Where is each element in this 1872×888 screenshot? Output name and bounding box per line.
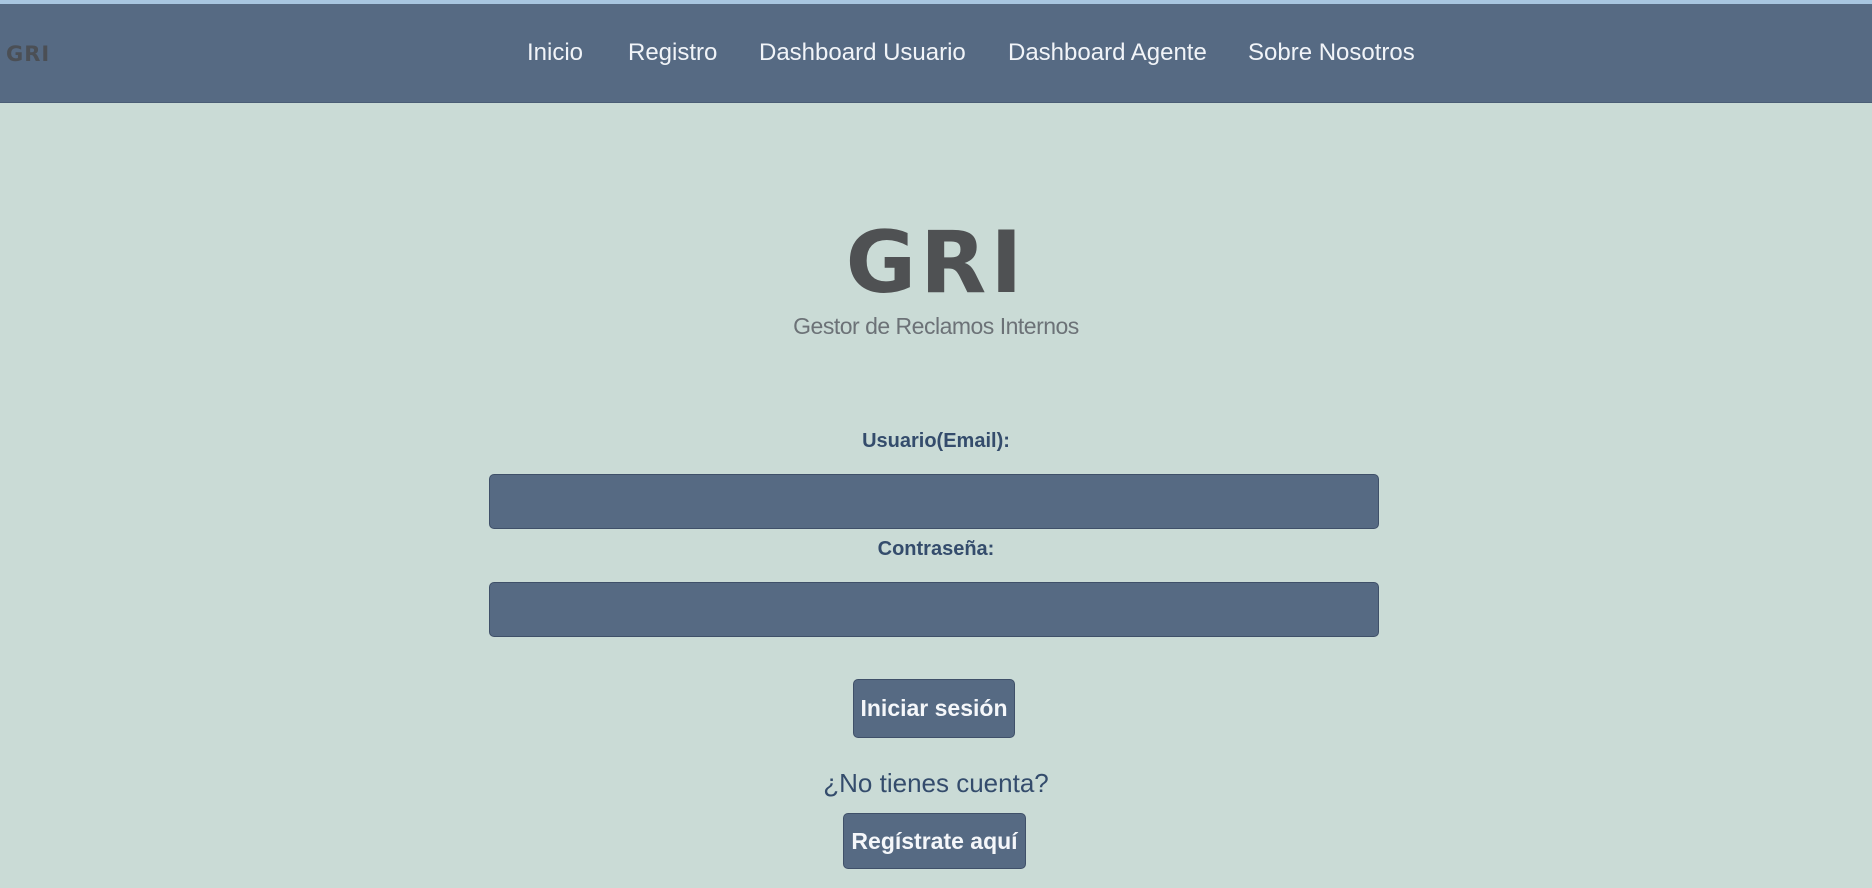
nav-links: Inicio Registro Dashboard Usuario Dashbo… bbox=[0, 4, 1872, 102]
signup-button[interactable]: Regístrate aquí bbox=[843, 813, 1026, 869]
password-field[interactable] bbox=[489, 582, 1379, 637]
nav-link-sobre-nosotros[interactable]: Sobre Nosotros bbox=[1248, 39, 1415, 67]
email-label: Usuario(Email): bbox=[862, 430, 1010, 452]
nav-link-registro[interactable]: Registro bbox=[628, 39, 717, 67]
brand-block: GRI Gestor de Reclamos Internos bbox=[0, 215, 1872, 340]
nav-link-inicio[interactable]: Inicio bbox=[527, 39, 583, 67]
brand-subtitle: Gestor de Reclamos Internos bbox=[793, 313, 1079, 339]
navbar: GRI Inicio Registro Dashboard Usuario Da… bbox=[0, 4, 1872, 103]
nav-link-dashboard-agente[interactable]: Dashboard Agente bbox=[1008, 39, 1207, 67]
signup-question: ¿No tienes cuenta? bbox=[823, 768, 1049, 798]
brand-title: GRI bbox=[845, 213, 1027, 313]
login-button[interactable]: Iniciar sesión bbox=[853, 679, 1015, 738]
nav-link-dashboard-usuario[interactable]: Dashboard Usuario bbox=[759, 39, 966, 67]
email-field[interactable] bbox=[489, 474, 1379, 529]
password-label: Contraseña: bbox=[877, 538, 995, 560]
